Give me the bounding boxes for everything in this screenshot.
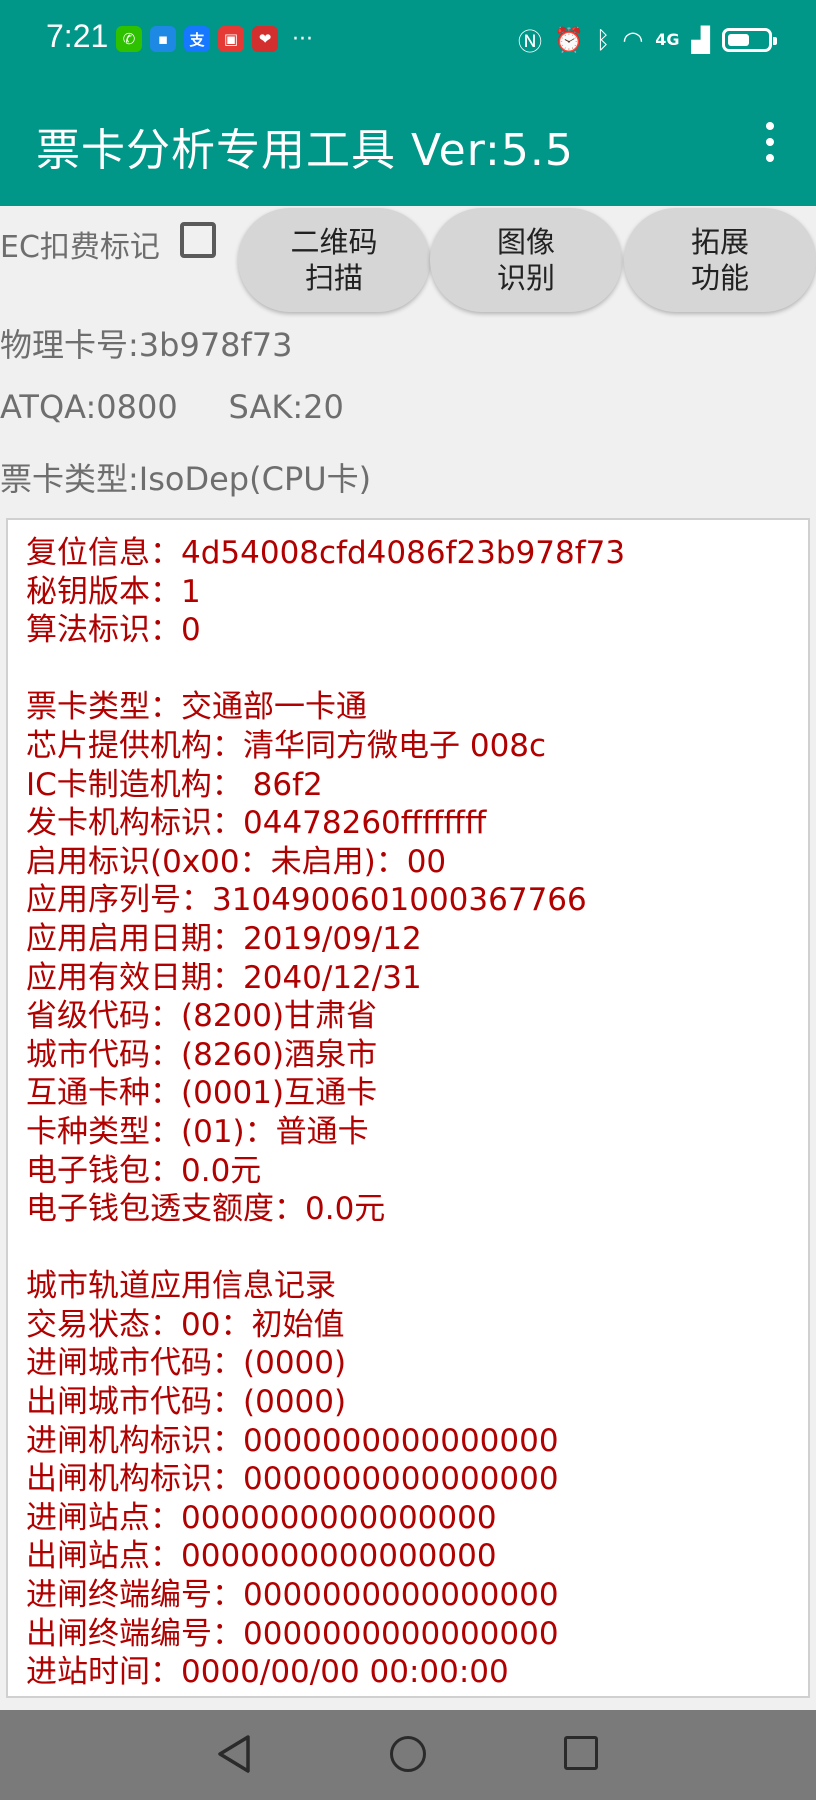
qr-scan-button[interactable]: 二维码 扫描 bbox=[238, 208, 430, 312]
detail-line: 算法标识：0 bbox=[26, 612, 201, 649]
detail-line: 应用序列号：3104900601000367766 bbox=[26, 882, 587, 919]
detail-line bbox=[26, 1229, 808, 1268]
nfc-icon: Ⓝ bbox=[518, 28, 543, 56]
home-icon[interactable] bbox=[390, 1736, 426, 1772]
app-title: 票卡分析专用工具 Ver:5.5 bbox=[36, 125, 574, 176]
back-icon[interactable] bbox=[216, 1734, 252, 1774]
alarm-icon: ⏰ bbox=[554, 25, 584, 54]
detail-line: 应用启用日期：2019/09/12 bbox=[26, 920, 422, 957]
detail-line: 复位信息：4d54008cfd4086f23b978f73 bbox=[26, 535, 626, 571]
overflow-menu-icon[interactable] bbox=[764, 122, 776, 162]
extend-functions-button[interactable]: 拓展 功能 bbox=[624, 208, 816, 312]
detail-line: 秘钥版本：1 bbox=[26, 573, 201, 610]
detail-line: 交易状态：00：初始值 bbox=[26, 1306, 345, 1343]
health-app-icon: ❤ bbox=[252, 26, 278, 52]
message-icon: ▪ bbox=[150, 26, 176, 52]
detail-line: IC卡制造机构： 86f2 bbox=[26, 766, 323, 803]
ec-deduction-label: EC扣费标记 bbox=[0, 230, 160, 265]
detail-line: 城市代码：(8260)酒泉市 bbox=[26, 1036, 378, 1073]
detail-line: 芯片提供机构：清华同方微电子 008c bbox=[26, 727, 547, 764]
app-bar: 票卡分析专用工具 Ver:5.5 bbox=[0, 80, 816, 206]
recent-apps-icon[interactable] bbox=[564, 1736, 598, 1770]
system-indicators: Ⓝ ⏰ ᛒ ◠ 4G ▟ bbox=[518, 22, 777, 57]
detail-line: 城市轨道应用信息记录 bbox=[26, 1268, 336, 1305]
more-notifications-icon: ··· bbox=[292, 26, 313, 52]
status-time: 7:21 bbox=[46, 18, 109, 54]
huawei-icon: ▣ bbox=[218, 26, 244, 52]
detail-line: 出闸城市代码：(0000) bbox=[26, 1384, 347, 1421]
detail-line: 出闸站点：0000000000000000 bbox=[26, 1538, 497, 1575]
bluetooth-icon: ᛒ bbox=[595, 25, 611, 54]
ec-deduction-checkbox[interactable] bbox=[180, 222, 216, 258]
wifi-icon: ◠ bbox=[622, 25, 644, 54]
alipay-icon: 支 bbox=[184, 26, 210, 52]
detail-line: 卡种类型：(01)：普通卡 bbox=[26, 1113, 369, 1150]
status-bar: 7:21 ✆ ▪ 支 ▣ ❤ ··· Ⓝ ⏰ ᛒ ◠ 4G ▟ bbox=[0, 0, 816, 80]
card-details-text: 复位信息：4d54008cfd4086f23b978f73 秘钥版本：1 算法标识：… bbox=[8, 520, 808, 1692]
navigation-bar bbox=[0, 1710, 816, 1800]
detail-line: 进站时间：0000/00/00 00:00:00 bbox=[26, 1654, 509, 1691]
detail-line: 票卡类型：交通部一卡通 bbox=[26, 689, 367, 726]
network-label: 4G bbox=[655, 30, 680, 49]
wechat-icon: ✆ bbox=[116, 26, 142, 52]
signal-icon: ▟ bbox=[691, 25, 710, 54]
detail-line: 电子钱包透支额度：0.0元 bbox=[26, 1191, 386, 1228]
atqa-sak: ATQA:0800 SAK:20 bbox=[0, 388, 344, 426]
detail-line: 互通卡种：(0001)互通卡 bbox=[26, 1075, 378, 1112]
image-recognition-button[interactable]: 图像 识别 bbox=[430, 208, 622, 312]
detail-line: 出闸终端编号：0000000000000000 bbox=[26, 1615, 559, 1652]
detail-line: 出闸机构标识：0000000000000000 bbox=[26, 1461, 559, 1498]
detail-line: 电子钱包：0.0元 bbox=[26, 1152, 262, 1189]
detail-line: 进闸终端编号：0000000000000000 bbox=[26, 1577, 559, 1614]
detail-line: 启用标识(0x00：未启用)：00 bbox=[26, 843, 447, 880]
card-details-panel[interactable]: 复位信息：4d54008cfd4086f23b978f73 秘钥版本：1 算法标识：… bbox=[6, 518, 810, 1698]
detail-line: 发卡机构标识：04478260ffffffff bbox=[26, 805, 487, 842]
detail-line: 进闸站点：0000000000000000 bbox=[26, 1499, 497, 1536]
notification-icons: ✆ ▪ 支 ▣ ❤ ··· bbox=[116, 26, 313, 52]
detail-line: 应用有效日期：2040/12/31 bbox=[26, 959, 422, 996]
detail-line: 省级代码：(8200)甘肃省 bbox=[26, 998, 378, 1035]
card-type: 票卡类型:IsoDep(CPU卡) bbox=[0, 460, 372, 498]
physical-card-number: 物理卡号:3b978f73 bbox=[0, 326, 293, 364]
battery-icon bbox=[722, 27, 777, 52]
battery-fill bbox=[728, 33, 749, 46]
detail-line: 进闸机构标识：0000000000000000 bbox=[26, 1422, 559, 1459]
detail-line bbox=[26, 650, 808, 689]
detail-line: 进闸城市代码：(0000) bbox=[26, 1345, 347, 1382]
